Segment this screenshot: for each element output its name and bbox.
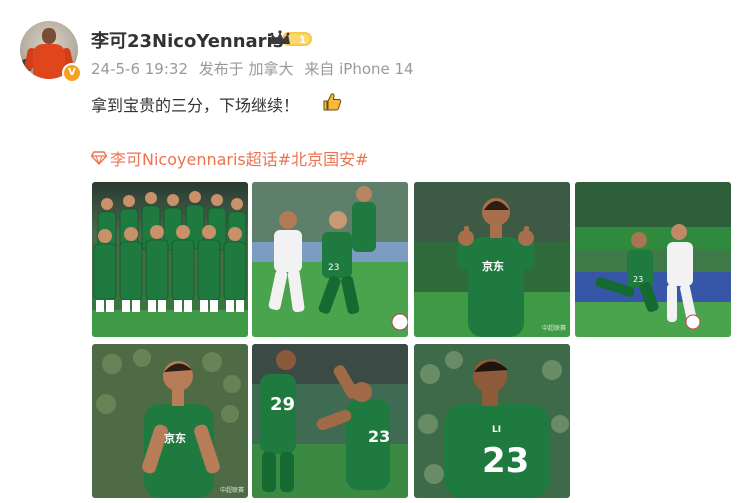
jersey-name: LI [492,425,501,435]
post-meta: 24-5-6 19:32 发布于 加拿大 来自 iPhone 14 [91,58,420,79]
watermark: 中超联赛 [542,324,566,332]
photo-celebration[interactable]: 29 23 [252,344,408,498]
thumbs-up-emoji-icon [321,91,343,113]
avatar-body [33,44,65,79]
jersey-number-left: 29 [270,394,295,415]
member-crown-badge-icon[interactable]: 1 [268,29,314,49]
super-topic-diamond-icon [91,151,107,165]
verified-badge-icon: V [62,63,82,83]
sponsor-text: 京东 [164,431,186,445]
post-device: 来自 iPhone 14 [304,60,414,78]
avatar-head [42,28,56,44]
photo-team-lineup[interactable] [92,182,248,337]
weibo-post: V 李可23NicoYennaris 1 24-5-6 19:32 发布于 加拿… [0,0,750,503]
jersey-number: 23 [482,441,529,481]
photo-match-tackle[interactable]: 23 [252,182,408,337]
photo-back-number[interactable]: LI 23 [414,344,570,498]
topic-text[interactable]: 李可Nicoyennaris超话#北京国安# [110,146,369,170]
sponsor-text: 京东 [482,259,504,273]
username[interactable]: 李可23NicoYennaris [91,27,283,53]
photo-match-kick[interactable]: 23 [575,182,731,337]
photo-portrait[interactable]: 京东 中超联赛 [92,344,248,498]
post-date[interactable]: 24-5-6 19:32 [91,60,188,78]
jersey-number: 23 [328,263,339,273]
watermark: 中超联赛 [220,486,244,494]
post-location: 发布于 加拿大 [198,60,294,78]
jersey-number: 23 [633,275,643,284]
post-text: 拿到宝贵的三分，下场继续！ [91,96,300,115]
topic-link[interactable]: 李可Nicoyennaris超话#北京国安# [91,146,369,170]
member-level: 1 [299,35,306,46]
photo-thumbs-up[interactable]: 京东 中超联赛 [414,182,570,337]
jersey-number-right: 23 [368,427,390,446]
